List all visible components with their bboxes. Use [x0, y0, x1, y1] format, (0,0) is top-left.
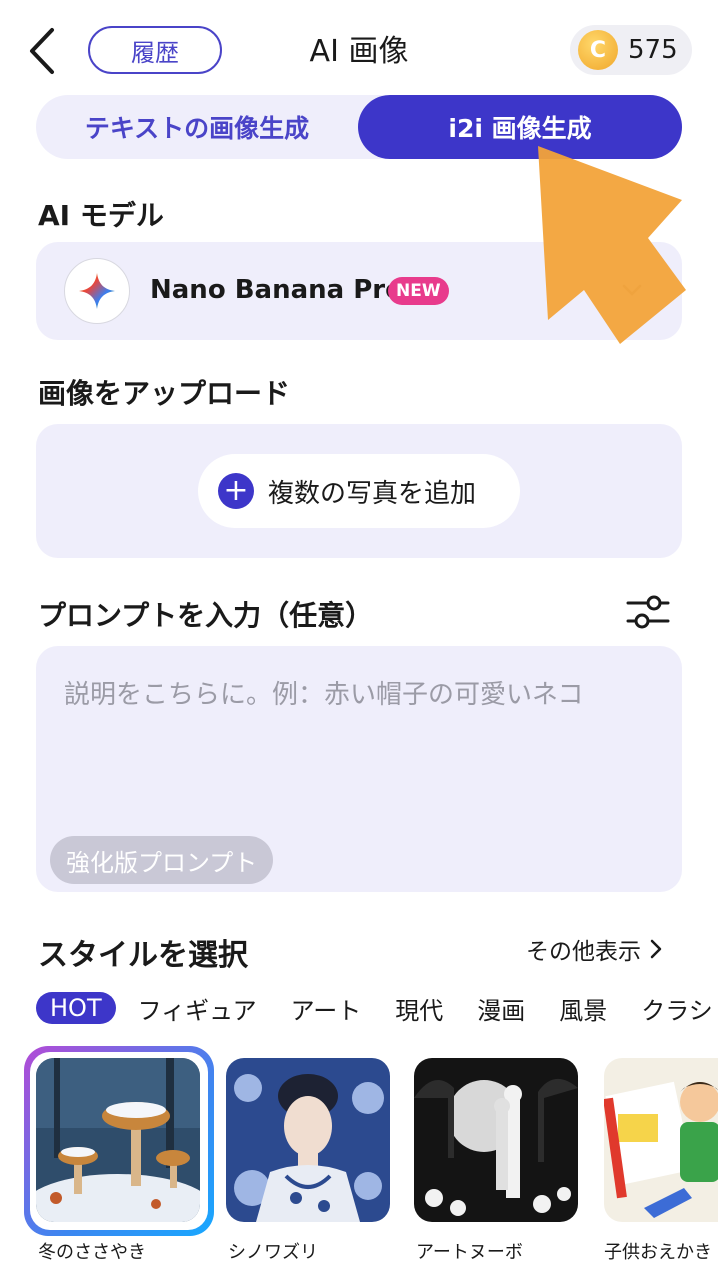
tab-classic[interactable]: クラシ — [641, 991, 713, 1026]
coin-count: 575 — [628, 35, 678, 65]
style-caption-chinoiserie: シノワズリ — [228, 1242, 318, 1263]
tab-text-to-image[interactable]: テキストの画像生成 — [36, 95, 358, 159]
style-card-winter[interactable] — [36, 1058, 200, 1222]
tab-manga[interactable]: 漫画 — [477, 991, 525, 1026]
add-photos-label: 複数の写真を追加 — [268, 478, 477, 509]
style-section-label: スタイルを選択 — [38, 938, 248, 973]
model-logo — [64, 258, 130, 324]
coin-icon: C — [578, 30, 618, 70]
new-badge: NEW — [388, 277, 449, 305]
upload-section-label: 画像をアップロード — [38, 377, 291, 410]
show-more-link[interactable]: その他表示 — [526, 932, 663, 966]
sparkle-icon — [79, 273, 115, 309]
chevron-right-icon — [650, 939, 662, 959]
tab-modern[interactable]: 現代 — [395, 991, 443, 1026]
style-card-art-nouveau[interactable] — [414, 1058, 578, 1222]
style-category-tabs: HOT フィギュア アート 現代 漫画 風景 クラシ — [36, 988, 718, 1028]
style-thumbnail-kids-drawing — [604, 1058, 718, 1222]
coin-balance[interactable]: C 575 — [570, 25, 692, 75]
prompt-section-label: プロンプトを入力（任意） — [38, 599, 374, 632]
model-name: Nano Banana Pro — [150, 275, 403, 305]
tab-art[interactable]: アート — [291, 991, 362, 1026]
show-more-label: その他表示 — [526, 939, 641, 965]
style-thumbnail-chinoiserie — [226, 1058, 390, 1222]
style-thumbnail-art-nouveau — [414, 1058, 578, 1222]
prompt-placeholder: 説明をこちらに。例：赤い帽子の可愛いネコ — [64, 680, 584, 710]
model-section-label: AI モデル — [38, 199, 164, 232]
plus-icon: + — [218, 473, 254, 509]
style-card-kids-drawing[interactable] — [604, 1058, 718, 1222]
settings-sliders-icon[interactable] — [626, 594, 670, 630]
style-caption-art-nouveau: アートヌーボ — [416, 1242, 523, 1263]
prompt-input[interactable]: 説明をこちらに。例：赤い帽子の可愛いネコ 強化版プロンプト — [36, 646, 682, 892]
enhance-prompt-button[interactable]: 強化版プロンプト — [50, 836, 274, 884]
style-thumbnail-winter — [36, 1058, 200, 1222]
style-card-chinoiserie[interactable] — [226, 1058, 390, 1222]
style-caption-winter: 冬のささやき — [38, 1242, 146, 1263]
tab-hot[interactable]: HOT — [36, 992, 116, 1024]
add-photos-button[interactable]: + 複数の写真を追加 — [198, 454, 520, 528]
style-caption-kids-drawing: 子供おえかき — [604, 1242, 712, 1263]
tab-landscape[interactable]: 風景 — [559, 991, 607, 1026]
upload-area[interactable]: + 複数の写真を追加 — [36, 424, 682, 558]
tab-figure[interactable]: フィギュア — [138, 991, 257, 1026]
pointer-arrow-overlay — [538, 146, 686, 344]
